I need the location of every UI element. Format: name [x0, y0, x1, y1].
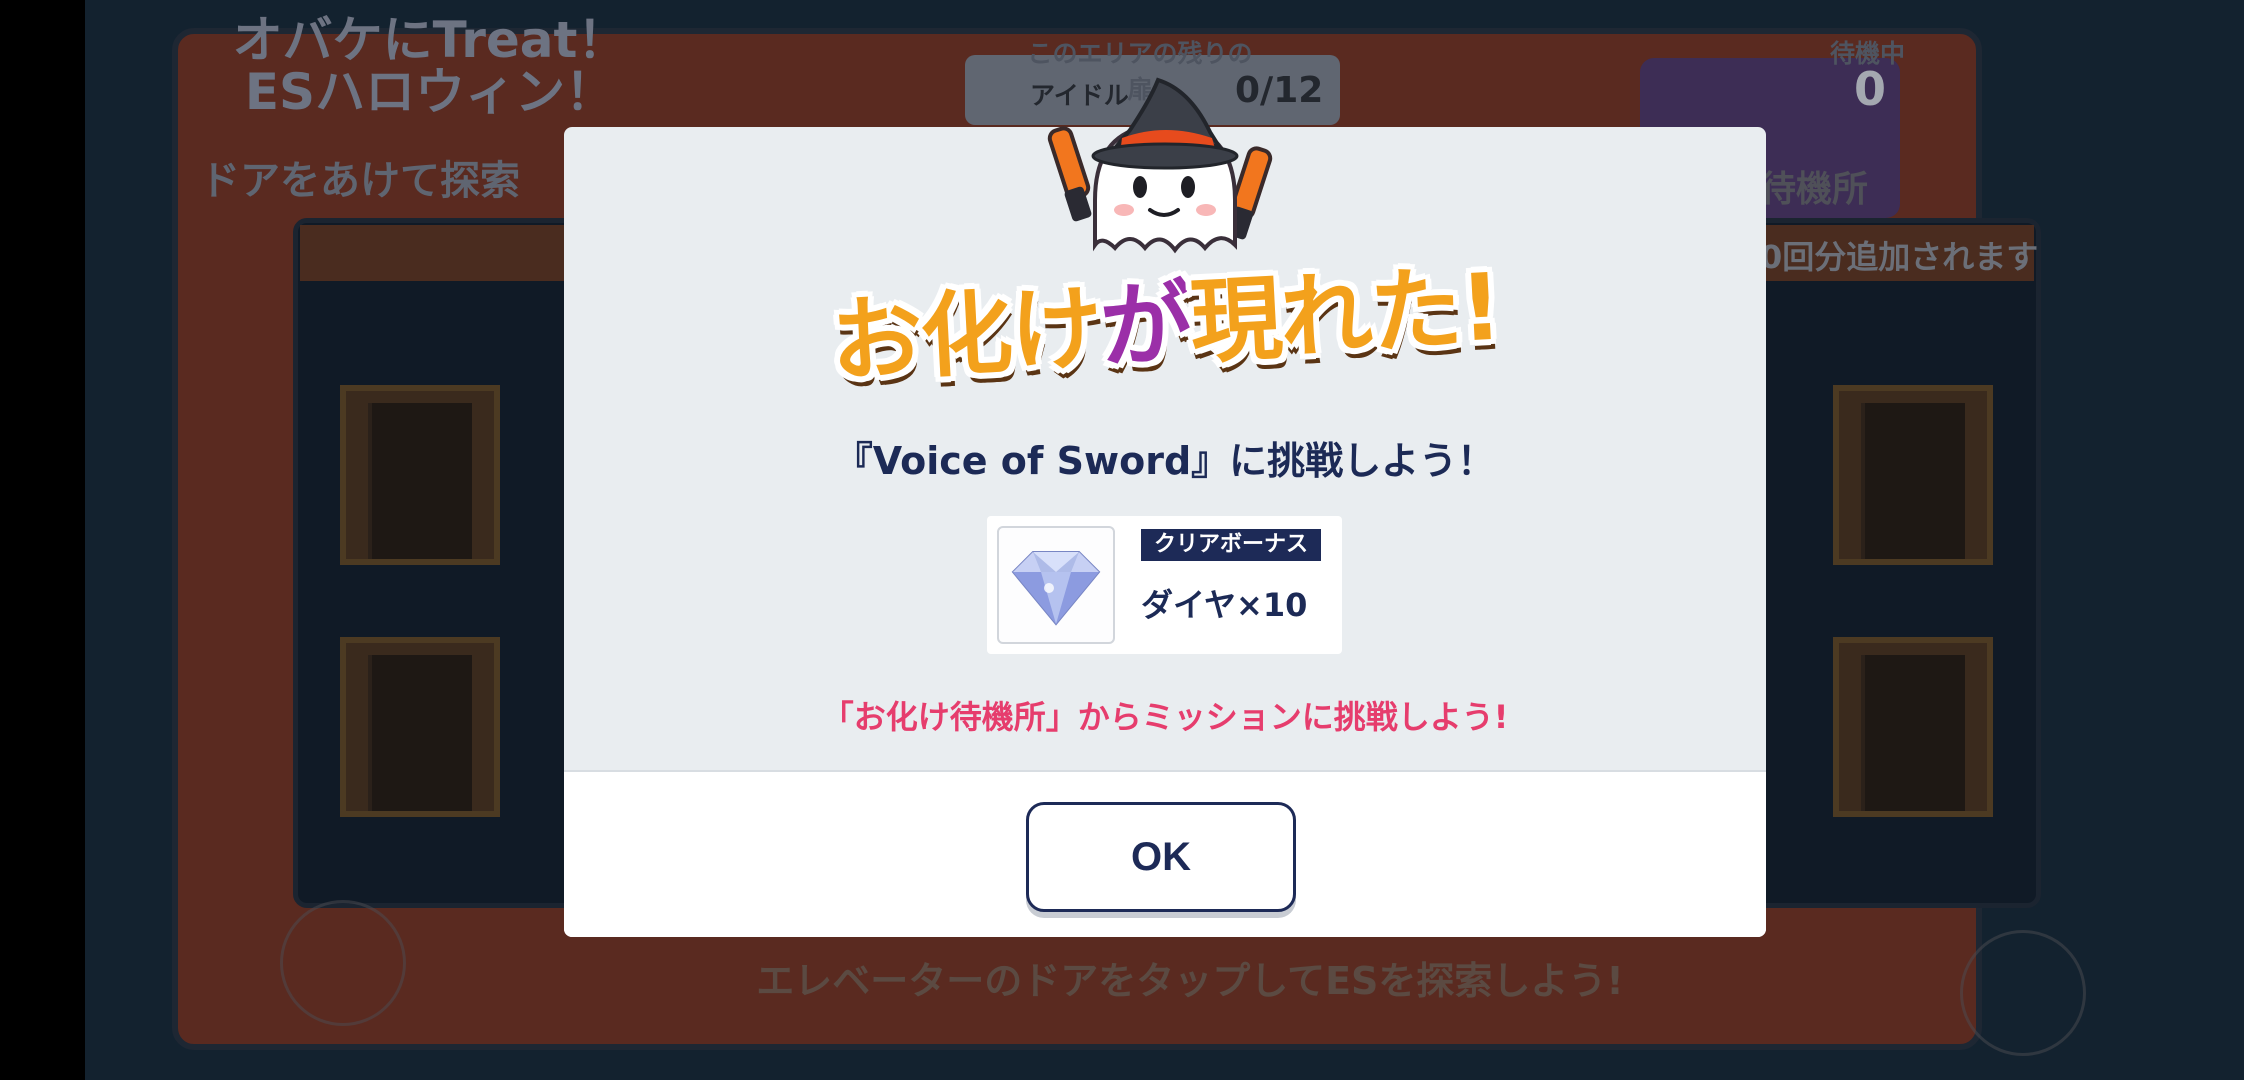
elevator-door[interactable] [1833, 385, 1993, 565]
standby-label: 待機所 [1760, 169, 1869, 210]
challenge-text: 『Voice of Sword』に挑戦しよう！ [834, 439, 1496, 483]
glowstick-left-icon [1047, 126, 1092, 222]
heading-part-2: が [1097, 269, 1194, 382]
ghost-mascot-icon [1047, 77, 1273, 254]
diamond-icon [1011, 551, 1101, 626]
heading-part-3: 現れた! [1187, 253, 1503, 377]
reward-value: ダイヤ×10 [1141, 586, 1308, 624]
heading-part-1: お化け [828, 274, 1104, 396]
elevator-door[interactable] [1833, 637, 1993, 817]
reward-icon-frame [997, 526, 1115, 644]
event-subtitle: ドアをあけて探索 [200, 158, 520, 204]
standby-count: 0 [1853, 62, 1886, 116]
mission-note: 「お化け待機所」からミッションに挑戦しよう! [821, 698, 1509, 736]
spiderweb-icon [1960, 930, 2086, 1056]
elevator-door[interactable] [340, 637, 500, 817]
spiderweb-icon [280, 900, 406, 1026]
ok-button[interactable]: OK [1026, 802, 1296, 912]
clear-bonus-tag: クリアボーナス [1141, 529, 1321, 561]
event-title: オバケにTreat！ ESハロウィン！ [232, 11, 628, 121]
elevator-door[interactable] [340, 385, 500, 565]
explore-hint: エレベーターのドアをタップしてESを探索しよう! [756, 959, 1624, 1003]
info-band-text: 0回分追加されます [1760, 238, 2039, 276]
